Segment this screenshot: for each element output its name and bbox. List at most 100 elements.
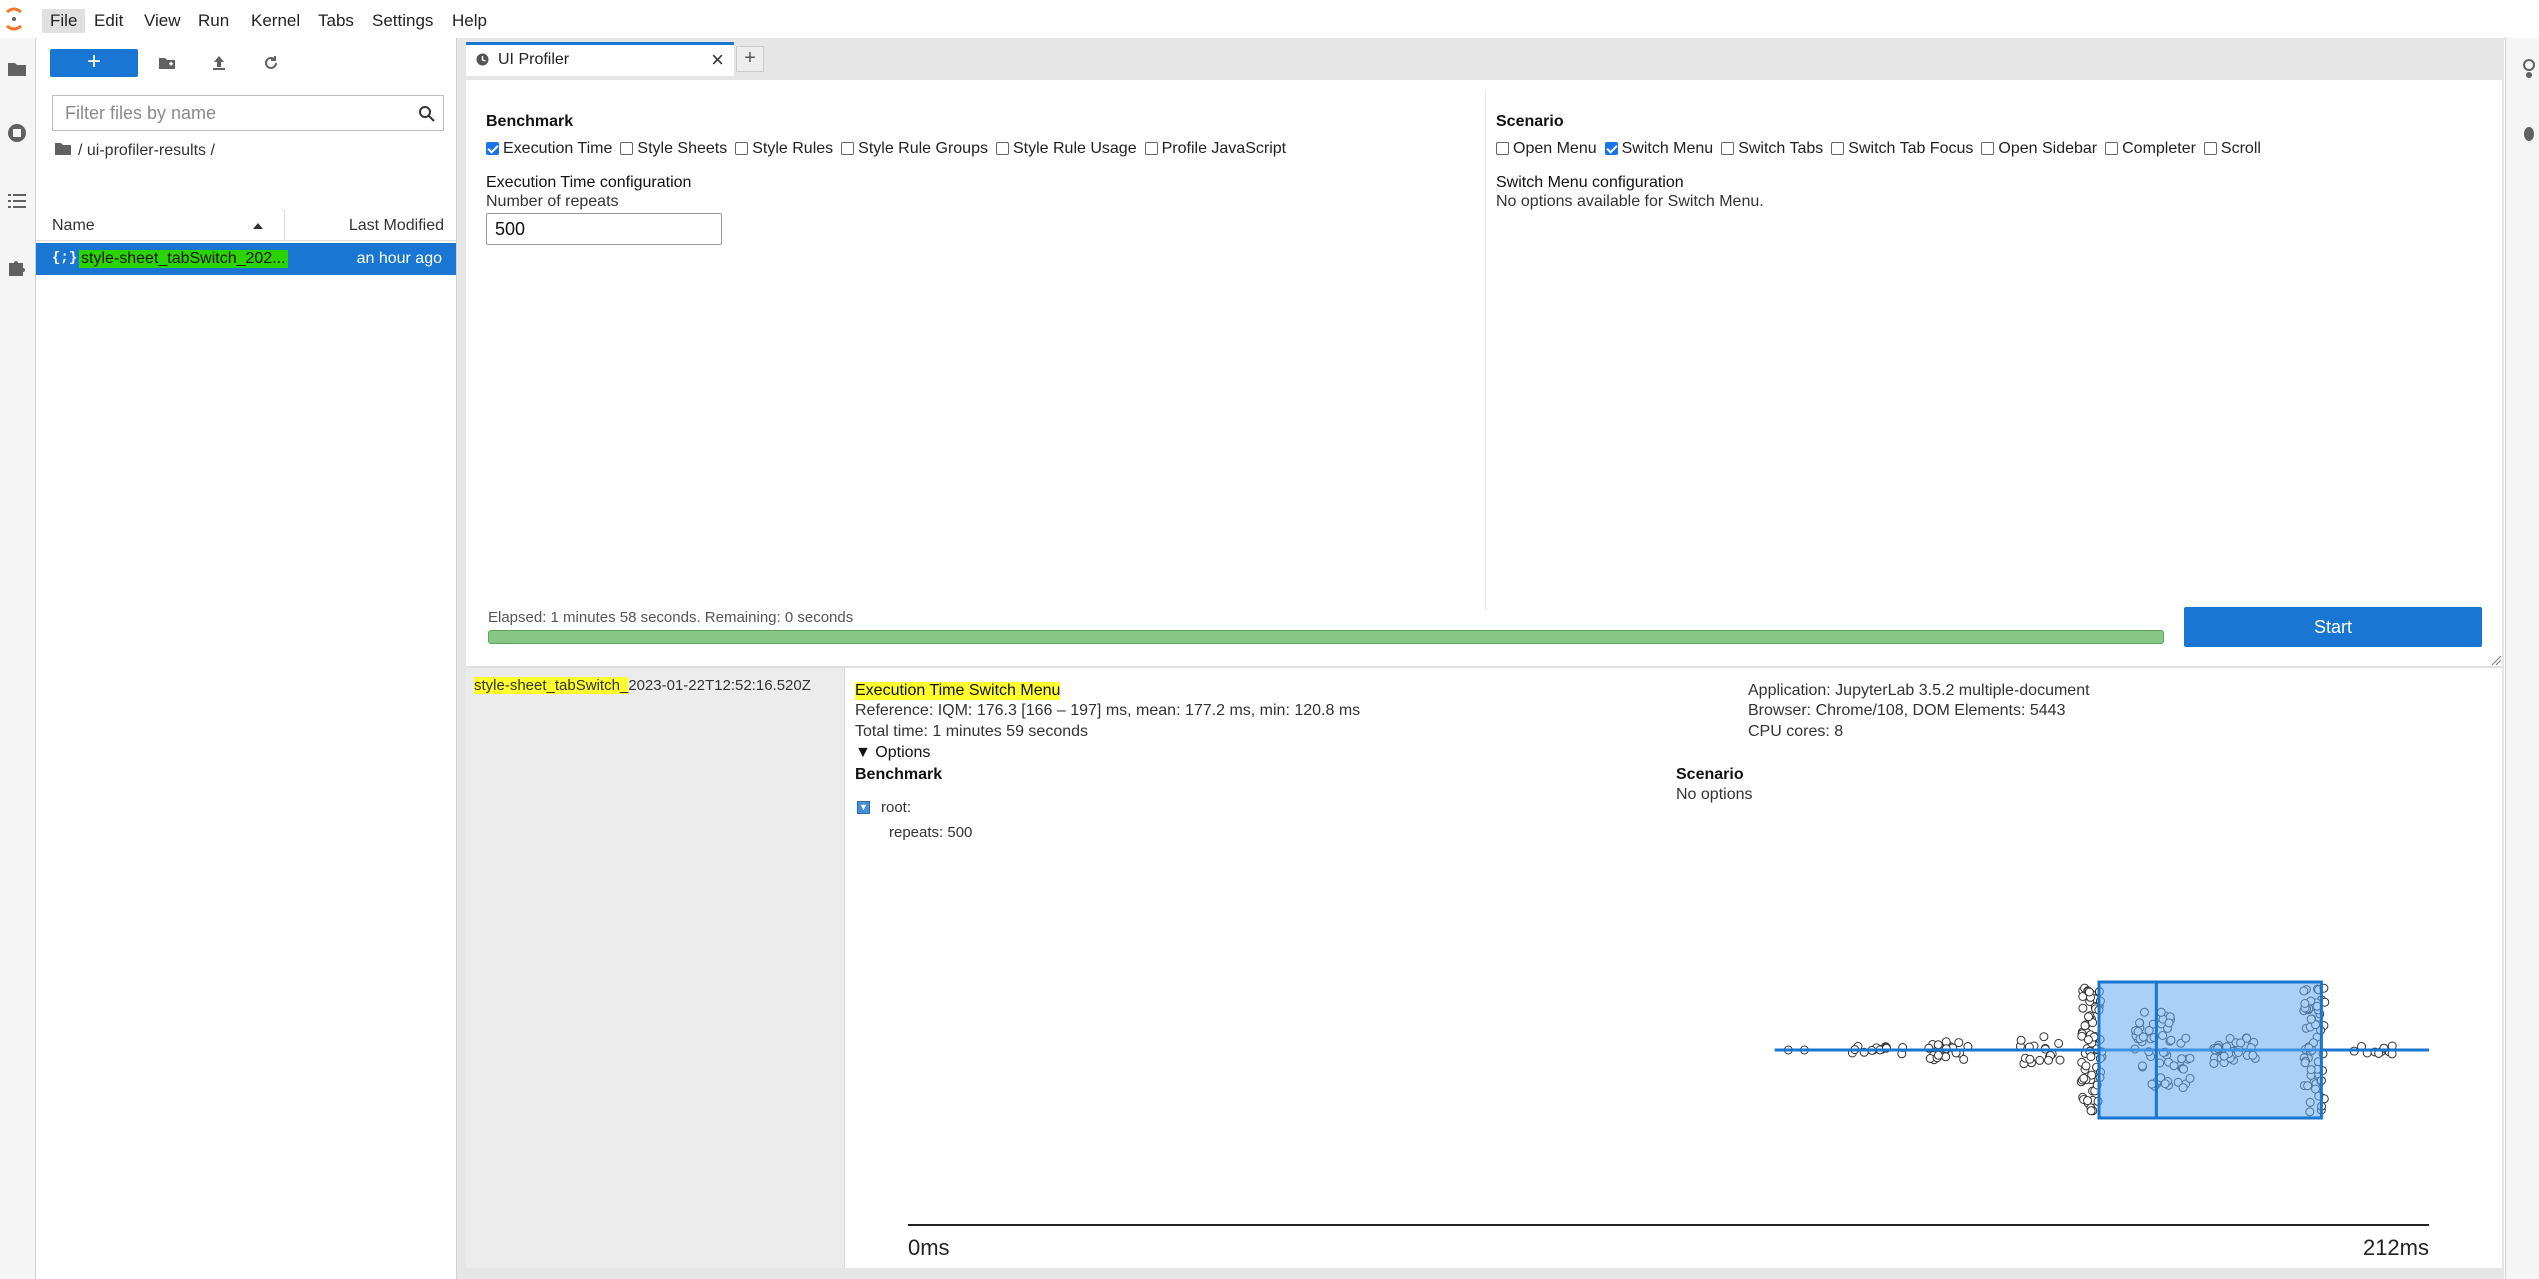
property-inspector-icon[interactable]	[2520, 58, 2538, 80]
scenario-checkbox[interactable]	[1604, 142, 1618, 155]
scenario-config-title: Switch Menu configuration	[1496, 174, 1684, 191]
scenario-option[interactable]: Open Sidebar	[1981, 140, 2097, 158]
scenario-option-label: Switch Tabs	[1738, 140, 1824, 157]
swarm-point	[1959, 1054, 1969, 1064]
env-application: Application: JupyterLab 3.5.2 multiple-d…	[1748, 682, 2090, 699]
menu-edit[interactable]: Edit	[86, 9, 131, 33]
benchmark-option[interactable]: Style Rules	[735, 140, 833, 158]
benchmark-options: Execution Time Style Sheets Style Rules Sty…	[486, 140, 1294, 158]
section-divider	[1485, 90, 1486, 610]
result-item-prefix: style-sheet_tabSwitch_	[474, 677, 629, 694]
benchmark-checkbox[interactable]	[486, 142, 499, 155]
swarm-point	[2055, 1055, 2065, 1065]
add-tab-button[interactable]: +	[736, 46, 764, 72]
swarm-point	[2080, 1021, 2090, 1031]
breadcrumb: / ui-profiler-results /	[54, 142, 215, 160]
swarm-point	[2081, 1061, 2091, 1071]
env-cpu: CPU cores: 8	[1748, 723, 1844, 740]
scenario-option[interactable]: Open Menu	[1496, 140, 1597, 158]
benchmark-checkbox[interactable]	[1144, 142, 1158, 155]
scenario-checkbox[interactable]	[2105, 142, 2119, 155]
benchmark-option[interactable]: Execution Time	[486, 140, 612, 158]
scenario-option[interactable]: Switch Tab Focus	[1831, 140, 1973, 158]
search-icon	[419, 106, 435, 122]
swarm-point	[1954, 1038, 1964, 1048]
tab-title: UI Profiler	[498, 51, 570, 68]
refresh-icon[interactable]	[262, 54, 280, 72]
swarm-point	[2083, 1035, 2093, 1045]
scenario-option[interactable]: Switch Menu	[1604, 140, 1713, 158]
scenario-checkbox[interactable]	[2203, 142, 2217, 155]
scenario-option[interactable]: Scroll	[2203, 140, 2261, 158]
swarm-point	[2079, 1073, 2089, 1083]
swarm-point	[2039, 1032, 2049, 1042]
profiler-tab-icon	[476, 53, 489, 66]
close-tab-icon[interactable]: ×	[711, 47, 724, 73]
new-folder-icon[interactable]	[158, 54, 176, 72]
file-filter-input[interactable]	[63, 102, 407, 125]
tree-expand-icon[interactable]: ▼	[857, 801, 870, 814]
scenario-config-text: No options available for Switch Menu.	[1496, 193, 1764, 210]
tree-repeats: repeats: 500	[889, 824, 973, 841]
left-activity-bar	[0, 38, 36, 1279]
benchmark-option-label: Style Rule Usage	[1012, 140, 1137, 157]
start-button[interactable]: Start	[2184, 607, 2482, 647]
upload-icon[interactable]	[210, 54, 228, 72]
resize-handle-icon[interactable]	[2490, 654, 2502, 666]
scenario-option[interactable]: Switch Tabs	[1721, 140, 1823, 158]
benchmark-checkbox[interactable]	[735, 142, 749, 155]
file-filter-box	[52, 95, 444, 131]
scenario-option-label: Open Menu	[1513, 140, 1597, 157]
running-sessions-icon[interactable]	[6, 122, 28, 144]
debugger-icon[interactable]	[2520, 122, 2538, 144]
benchmark-checkbox[interactable]	[995, 142, 1009, 155]
menu-view[interactable]: View	[136, 9, 189, 33]
scenario-checkbox[interactable]	[1721, 142, 1735, 155]
benchmark-option[interactable]: Style Rule Usage	[995, 140, 1137, 158]
repeats-input[interactable]	[486, 213, 722, 245]
menu-run[interactable]: Run	[190, 9, 237, 33]
swarm-point	[2025, 1054, 2035, 1064]
home-folder-icon[interactable]	[54, 142, 72, 156]
benchmark-config-title: Execution Time configuration	[486, 174, 692, 191]
result-item[interactable]: style-sheet_tabSwitch_2023-01-22T12:52:1…	[474, 677, 811, 694]
scenario-checkbox[interactable]	[1981, 142, 1995, 155]
result-reference: Reference: IQM: 176.3 [166 – 197] ms, me…	[855, 702, 1361, 719]
swarm-point	[2086, 1106, 2096, 1116]
swarm-point	[2078, 1003, 2088, 1013]
tab-ui-profiler[interactable]: UI Profiler ×	[466, 42, 734, 76]
menu-kernel[interactable]: Kernel	[243, 9, 308, 33]
benchmark-option[interactable]: Profile JavaScript	[1144, 140, 1286, 158]
column-divider	[284, 210, 285, 240]
new-launcher-button[interactable]: +	[50, 49, 138, 77]
progress-status: Elapsed: 1 minutes 58 seconds. Remaining…	[488, 609, 854, 626]
iqr-box	[2097, 980, 2323, 1120]
column-last-modified[interactable]: Last Modified	[349, 217, 444, 235]
column-name[interactable]: Name	[52, 217, 95, 235]
execution-time-chart: 0ms 212ms	[908, 980, 2429, 1260]
menu-help[interactable]: Help	[444, 9, 495, 33]
swarm-point	[2084, 1012, 2093, 1022]
folder-icon[interactable]	[6, 58, 28, 80]
scenario-heading: Scenario	[1496, 113, 1564, 130]
tree-root-label: root:	[881, 799, 912, 816]
swarm-point	[2083, 1096, 2093, 1106]
menu-tabs[interactable]: Tabs	[310, 9, 362, 33]
benchmark-checkbox[interactable]	[841, 142, 855, 155]
options-benchmark-heading: Benchmark	[855, 766, 943, 783]
options-toggle[interactable]: ▼ Options	[855, 744, 930, 762]
scenario-checkbox[interactable]	[1496, 142, 1509, 155]
breadcrumb-path[interactable]: / ui-profiler-results /	[78, 142, 215, 159]
benchmark-option[interactable]: Style Sheets	[620, 140, 727, 158]
table-of-contents-icon[interactable]	[6, 190, 28, 212]
scenario-checkbox[interactable]	[1831, 142, 1845, 155]
extension-puzzle-icon[interactable]	[6, 256, 28, 278]
env-browser: Browser: Chrome/108, DOM Elements: 5443	[1748, 702, 2066, 719]
benchmark-checkbox[interactable]	[620, 142, 634, 155]
benchmark-option-label: Style Sheets	[637, 140, 728, 157]
file-list-item[interactable]: {;} style-sheet_tabSwitch_202... an hour…	[36, 243, 456, 275]
menu-settings[interactable]: Settings	[364, 9, 441, 33]
scenario-option[interactable]: Completer	[2105, 140, 2196, 158]
benchmark-option[interactable]: Style Rule Groups	[841, 140, 988, 158]
menu-file[interactable]: File	[42, 9, 86, 33]
